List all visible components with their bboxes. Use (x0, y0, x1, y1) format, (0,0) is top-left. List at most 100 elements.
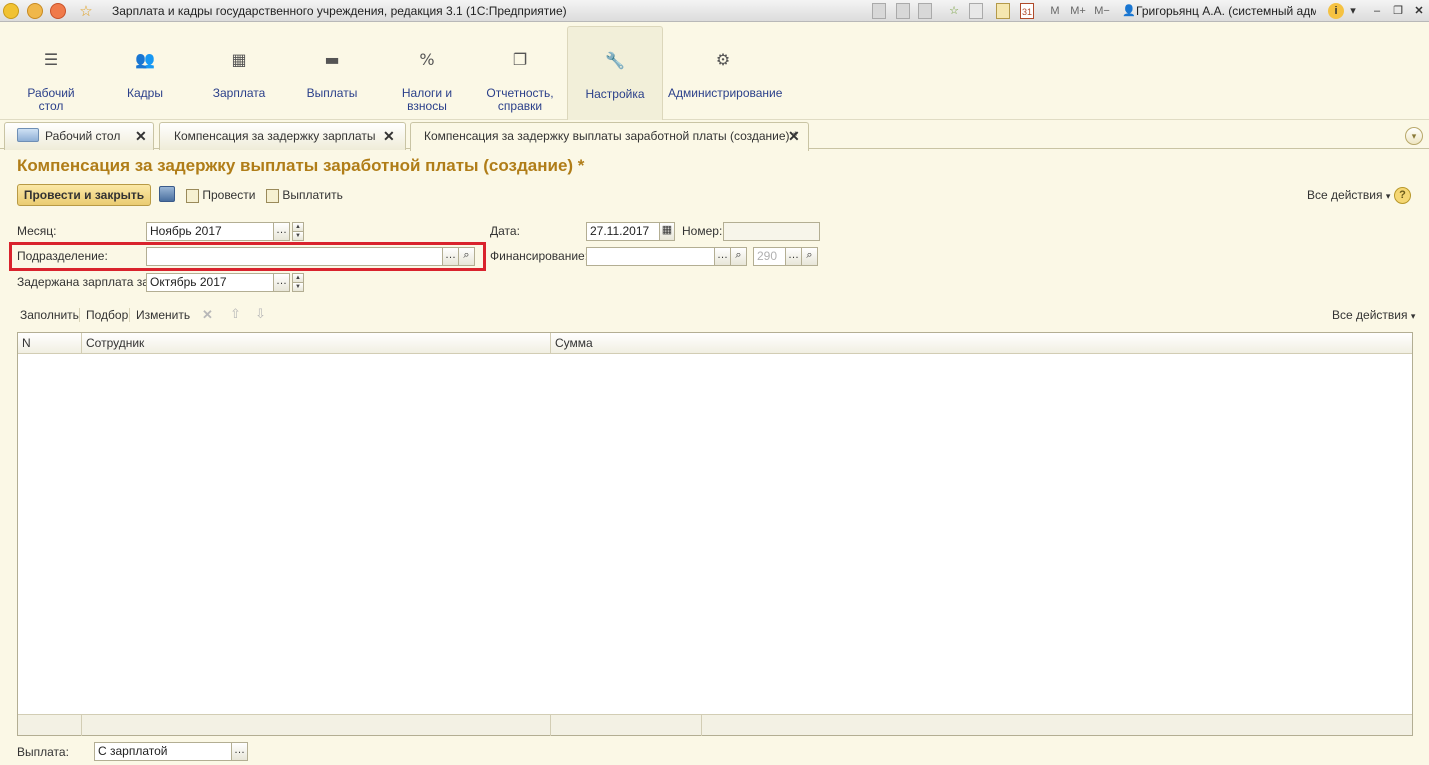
section-settings[interactable]: 🔧 Настройка (567, 26, 663, 120)
percent-icon: % (419, 50, 435, 69)
calendar-icon[interactable]: ▦ (659, 222, 675, 241)
move-down-icon[interactable]: ⇩ (255, 305, 266, 327)
fill-button[interactable]: Заполнить (20, 305, 79, 327)
tab-desktop[interactable]: Рабочий стол ✕ (4, 122, 154, 150)
code-search-icon[interactable]: ⌕ (801, 247, 818, 266)
number-field[interactable] (723, 222, 820, 241)
column-header-sum[interactable]: Сумма (551, 333, 1413, 354)
footer-cell (82, 715, 551, 736)
delayed-salary-field[interactable]: Октябрь 2017 (146, 273, 274, 292)
table-all-actions-menu[interactable]: Все действия ▾ (1332, 305, 1415, 327)
financing-search-icon[interactable]: ⌕ (730, 247, 747, 266)
tabs-dropdown-icon[interactable]: ▾ (1405, 127, 1423, 145)
move-up-icon[interactable]: ⇧ (230, 305, 241, 327)
section-label-2: взносы (407, 99, 447, 113)
employees-table[interactable]: N Сотрудник Сумма (17, 332, 1413, 736)
memory-m-button[interactable]: M (1048, 3, 1062, 19)
month-label: Месяц: (17, 224, 57, 238)
chevron-down-icon: ▾ (1410, 311, 1416, 321)
history-icon[interactable] (50, 3, 66, 19)
save-icon[interactable] (872, 3, 886, 19)
post-and-close-button[interactable]: Провести и закрыть (17, 184, 151, 206)
minimize-icon[interactable]: – (1370, 3, 1384, 19)
month-field[interactable]: Ноябрь 2017 (146, 222, 274, 241)
department-search-icon[interactable]: ⌕ (458, 247, 475, 266)
section-payments[interactable]: ▬ Выплаты (300, 23, 364, 120)
department-field[interactable] (146, 247, 443, 266)
all-actions-label: Все действия (1307, 188, 1383, 202)
code-select-button[interactable]: … (785, 247, 802, 266)
close-tab-icon[interactable]: ✕ (383, 123, 395, 149)
section-desktop[interactable]: ☰ Рабочий стол (20, 23, 82, 120)
info-dropdown-icon[interactable]: ▾ (1348, 3, 1358, 19)
help-icon[interactable]: ? (1394, 187, 1411, 204)
edit-button[interactable]: Изменить (136, 305, 190, 327)
restore-icon[interactable]: ❐ (1391, 3, 1405, 19)
memory-mplus-button[interactable]: M+ (1068, 3, 1088, 19)
section-reports[interactable]: ❐ Отчетность, справки (484, 23, 556, 120)
section-label: Отчетность, (486, 86, 554, 100)
app-logo-icon[interactable] (3, 3, 19, 19)
calculator-icon[interactable] (996, 3, 1010, 19)
department-select-button[interactable]: … (442, 247, 459, 266)
all-actions-menu[interactable]: Все действия ▾ (1307, 185, 1390, 207)
pay-button-label: Выплатить (282, 188, 343, 202)
user-icon: 👤 (1122, 4, 1136, 17)
close-tab-icon[interactable]: ✕ (788, 123, 800, 149)
tab-label: Компенсация за задержку выплаты заработн… (424, 129, 798, 143)
column-header-n[interactable]: N (18, 333, 82, 354)
wrench-icon: 🔧 (605, 51, 625, 70)
people-icon: 👥 (135, 50, 155, 69)
section-hr[interactable]: 👥 Кадры (115, 23, 175, 120)
month-down-icon[interactable]: ▼ (292, 231, 304, 241)
link-icon[interactable] (969, 3, 983, 19)
close-tab-icon[interactable]: ✕ (135, 123, 147, 149)
main-menu-icon[interactable] (27, 3, 43, 19)
wallet-icon: ▬ (324, 50, 340, 69)
payout-select-button[interactable]: … (231, 742, 248, 761)
add-favorite-icon[interactable]: ☆ (947, 3, 961, 19)
favorites-star-icon[interactable]: ☆ (78, 3, 94, 19)
section-administration[interactable]: ⚙ Администрирование (668, 23, 782, 120)
desktop-tab-icon (17, 128, 39, 142)
reports-icon: ❐ (512, 50, 528, 69)
calculator-icon: ▦ (231, 50, 247, 69)
post-button-label: Провести (202, 188, 256, 202)
close-window-icon[interactable]: ✕ (1412, 3, 1426, 19)
date-field[interactable]: 27.11.2017 (586, 222, 660, 241)
post-button[interactable]: Провести (186, 185, 255, 207)
payout-field[interactable]: С зарплатой (94, 742, 232, 761)
section-label: Зарплата (212, 86, 266, 100)
footer-cell (18, 715, 82, 736)
pick-button[interactable]: Подбор (86, 305, 128, 327)
preview-icon[interactable] (918, 3, 932, 19)
memory-mminus-button[interactable]: M− (1092, 3, 1112, 19)
user-name[interactable]: Григорьянц А.А. (системный адм... (1136, 3, 1316, 19)
form-title: Компенсация за задержку выплаты заработн… (17, 156, 585, 175)
chevron-down-icon: ▾ (1385, 191, 1391, 201)
info-icon[interactable]: i (1328, 3, 1344, 19)
delete-icon[interactable]: ✕ (202, 305, 213, 327)
month-select-button[interactable]: … (273, 222, 290, 241)
date-label: Дата: (490, 224, 520, 238)
financing-field[interactable] (586, 247, 715, 266)
delayed-select-button[interactable]: … (273, 273, 290, 292)
section-label: Налоги и (401, 86, 453, 100)
pay-icon (266, 188, 279, 203)
window-title: Зарплата и кадры государственного учрежд… (112, 4, 567, 18)
section-salary[interactable]: ▦ Зарплата (207, 23, 271, 120)
tab-compensation-create[interactable]: Компенсация за задержку выплаты заработн… (410, 122, 809, 151)
calendar-icon[interactable]: 31 (1020, 3, 1034, 19)
save-icon[interactable] (159, 186, 175, 202)
number-label: Номер: (682, 224, 723, 238)
pay-button[interactable]: Выплатить (266, 185, 343, 207)
financing-select-button[interactable]: … (714, 247, 731, 266)
section-label-2: справки (497, 99, 543, 113)
tab-compensation-list[interactable]: Компенсация за задержку зарплаты ✕ (159, 122, 406, 150)
column-header-employee[interactable]: Сотрудник (82, 333, 551, 354)
delayed-down-icon[interactable]: ▼ (292, 282, 304, 292)
window-titlebar: ☆ Зарплата и кадры государственного учре… (0, 0, 1429, 22)
code-field[interactable]: 290 (753, 247, 786, 266)
print-icon[interactable] (896, 3, 910, 19)
section-taxes[interactable]: % Налоги и взносы (394, 23, 460, 120)
